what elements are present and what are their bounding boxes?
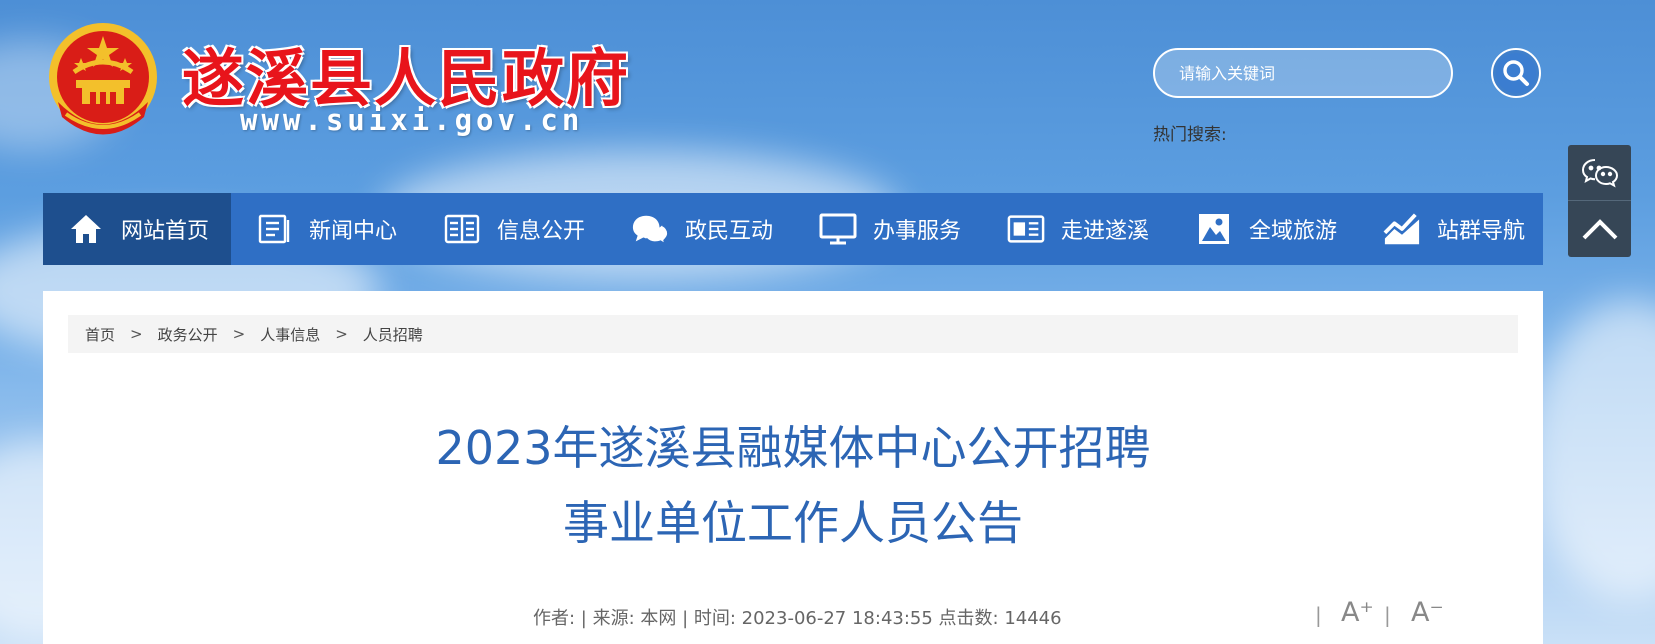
nav-item-about[interactable]: 走进遂溪: [983, 193, 1171, 265]
wechat-icon: [1581, 158, 1618, 188]
breadcrumb-home[interactable]: 首页: [85, 324, 115, 345]
nav-item-label: 新闻中心: [309, 219, 398, 244]
news-icon: [255, 210, 293, 248]
chat-bubbles-icon: [631, 210, 669, 248]
nav-item-label: 网站首页: [121, 219, 210, 244]
search-icon: [1503, 60, 1529, 86]
article-title: 2023年遂溪县融媒体中心公开招聘 事业单位工作人员公告: [43, 411, 1543, 561]
newspaper-icon: [1007, 210, 1045, 248]
breadcrumb-separator: >: [130, 325, 143, 343]
monitor-icon: [819, 210, 857, 248]
nav-item-news[interactable]: 新闻中心: [231, 193, 419, 265]
national-emblem-icon: [46, 22, 161, 140]
article-title-line-1: 2023年遂溪县融媒体中心公开招聘: [435, 421, 1151, 475]
nav-item-site-nav[interactable]: 站群导航: [1359, 193, 1543, 265]
wechat-button[interactable]: [1568, 145, 1631, 201]
nav-item-label: 全域旅游: [1249, 219, 1338, 244]
nav-item-label: 站群导航: [1437, 219, 1526, 244]
picture-icon: [1195, 210, 1233, 248]
nav-item-services[interactable]: 办事服务: [795, 193, 983, 265]
breadcrumb-government-affairs[interactable]: 政务公开: [158, 324, 218, 345]
book-icon: [443, 210, 481, 248]
main-nav: 网站首页 新闻中心 信息公开 政民互动 办事服务 走进遂溪 全域旅游 站群导航: [43, 193, 1543, 265]
article-meta: 作者: | 来源: 本网 | 时间: 2023-06-27 18:43:55 点…: [533, 608, 1062, 629]
search-input[interactable]: [1153, 48, 1453, 98]
font-decrease-button[interactable]: A⁻: [1411, 597, 1444, 628]
nav-item-label: 走进遂溪: [1061, 219, 1150, 244]
font-increase-button[interactable]: A⁺: [1341, 597, 1374, 628]
site-header: 遂溪县人民政府 www.suixi.gov.cn 热门搜索:: [0, 0, 1655, 193]
hot-search-label: 热门搜索:: [1153, 125, 1227, 145]
home-icon: [67, 210, 105, 248]
search-button[interactable]: [1491, 48, 1541, 98]
back-to-top-button[interactable]: [1568, 201, 1631, 257]
breadcrumb-separator: >: [335, 325, 348, 343]
meta-divider: |: [1315, 603, 1322, 627]
nav-item-label: 办事服务: [873, 219, 962, 244]
nav-item-label: 信息公开: [497, 219, 586, 244]
site-url: www.suixi.gov.cn: [240, 103, 584, 137]
nav-item-tourism[interactable]: 全域旅游: [1171, 193, 1359, 265]
trend-chart-icon: [1383, 210, 1421, 248]
nav-item-info[interactable]: 信息公开: [419, 193, 607, 265]
breadcrumb: 首页 > 政务公开 > 人事信息 > 人员招聘: [68, 315, 1518, 353]
meta-divider: |: [1384, 603, 1391, 627]
article-title-line-2: 事业单位工作人员公告: [563, 496, 1023, 550]
nav-item-label: 政民互动: [685, 219, 774, 244]
background-cloud: [1530, 300, 1655, 600]
chevron-up-icon: [1582, 219, 1617, 240]
side-toolbar: [1568, 145, 1631, 257]
nav-item-interaction[interactable]: 政民互动: [607, 193, 795, 265]
breadcrumb-personnel-info[interactable]: 人事信息: [260, 324, 320, 345]
nav-item-home[interactable]: 网站首页: [43, 193, 231, 265]
breadcrumb-recruitment[interactable]: 人员招聘: [363, 324, 423, 345]
breadcrumb-separator: >: [232, 325, 246, 343]
article-container: 首页 > 政务公开 > 人事信息 > 人员招聘 2023年遂溪县融媒体中心公开招…: [43, 291, 1543, 644]
